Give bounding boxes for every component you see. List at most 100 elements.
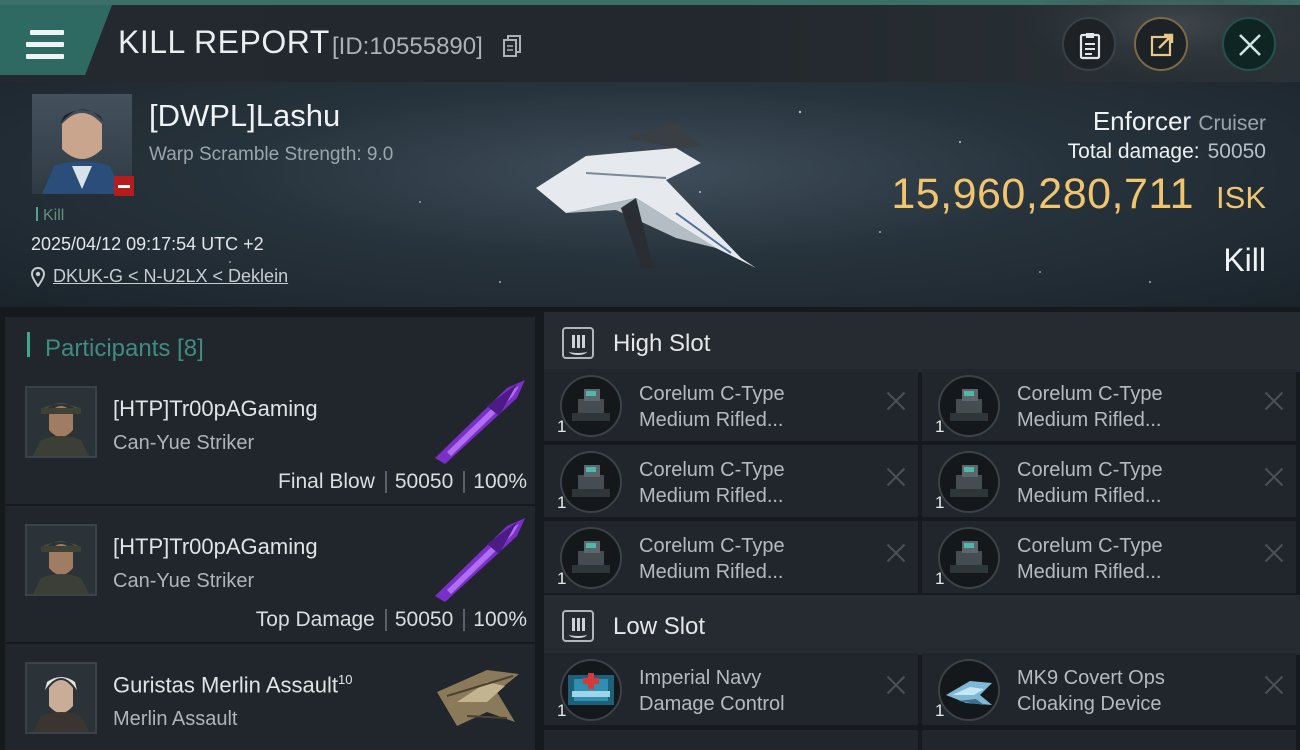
total-damage-label: Total damage: bbox=[1067, 140, 1200, 163]
clipboard-button[interactable] bbox=[1062, 17, 1116, 71]
module-name-line2: Medium Rifled... bbox=[1017, 485, 1162, 507]
participant-portrait[interactable] bbox=[25, 524, 97, 596]
participant-stats: Final Blow 50050 100% bbox=[278, 470, 527, 494]
location-link[interactable]: DKUK-G < N-U2LX < Deklein bbox=[53, 266, 288, 287]
module-name-line2: Medium Rifled... bbox=[1017, 409, 1162, 431]
participants-accent-bar bbox=[27, 332, 30, 357]
module-name-line2: Damage Control bbox=[639, 693, 785, 715]
high-slot-title: High Slot bbox=[613, 330, 711, 357]
participant-row[interactable]: [HTP]Tr00pAGaming Can-Yue Striker Final … bbox=[5, 368, 535, 504]
module-name: Corelum C-Type Medium Rifled... bbox=[1017, 533, 1237, 585]
participant-portrait[interactable] bbox=[25, 662, 97, 734]
stat-divider bbox=[463, 471, 466, 493]
participant-name[interactable]: [HTP]Tr00pAGaming bbox=[113, 396, 318, 422]
module-name: Corelum C-Type Medium Rifled... bbox=[1017, 381, 1237, 433]
participant-damage: 50050 bbox=[394, 470, 454, 493]
kill-tag: Kill bbox=[36, 207, 64, 225]
rifled-railgun-icon bbox=[938, 451, 1000, 513]
header-bar: KILL REPORT [ID:10555890] bbox=[0, 0, 1300, 82]
kill-timestamp: 2025/04/12 09:17:54 UTC +2 bbox=[31, 234, 264, 254]
participants-panel: Participants [8] [HTP]Tr00pAGaming Can-Y… bbox=[0, 307, 540, 750]
module-name-line1: Corelum C-Type bbox=[1017, 459, 1163, 481]
participant-ship: Can-Yue Striker bbox=[113, 570, 255, 592]
module-card[interactable]: 1 Corelum C-Type Medium Rifled... bbox=[922, 369, 1296, 441]
share-button[interactable] bbox=[1134, 17, 1188, 71]
menu-button[interactable] bbox=[0, 5, 112, 75]
module-card[interactable]: 1 Imperial Navy Damage Control bbox=[544, 653, 918, 725]
low-slot-header: Low Slot bbox=[544, 595, 1300, 655]
module-card[interactable]: 1 Corelum C-Type Medium Rifled... bbox=[922, 445, 1296, 517]
participant-row[interactable]: Guristas Merlin Assault10 Merlin Assault bbox=[5, 644, 535, 750]
destroyed-x-icon bbox=[886, 675, 906, 695]
module-quantity: 1 bbox=[557, 417, 567, 436]
damage-control-icon bbox=[560, 659, 622, 721]
participant-name[interactable]: [HTP]Tr00pAGaming bbox=[113, 534, 318, 560]
participant-row[interactable]: [HTP]Tr00pAGaming Can-Yue Striker Top Da… bbox=[5, 506, 535, 642]
destroyed-x-icon bbox=[1264, 391, 1284, 411]
isk-value: 15,960,280,711 bbox=[891, 170, 1195, 218]
participant-name[interactable]: Guristas Merlin Assault10 bbox=[113, 672, 352, 698]
stat-divider bbox=[463, 609, 466, 631]
low-slot-title: Low Slot bbox=[613, 613, 706, 640]
destroyed-x-icon bbox=[1264, 675, 1284, 695]
module-name-line2: Medium Rifled... bbox=[639, 409, 784, 431]
module-card[interactable]: 1 Corelum C-Type Medium Rifled... bbox=[544, 369, 918, 441]
participant-portrait[interactable] bbox=[25, 386, 97, 458]
enforcer-ship-icon bbox=[536, 123, 756, 268]
module-card-partial[interactable] bbox=[922, 730, 1296, 750]
rifled-railgun-icon bbox=[938, 375, 1000, 437]
ship-class: Cruiser bbox=[1198, 112, 1266, 135]
module-name-line2: Cloaking Device bbox=[1017, 693, 1162, 715]
participant-role: Top Damage bbox=[255, 608, 375, 631]
isk-unit: ISK bbox=[1216, 180, 1266, 215]
module-quantity: 1 bbox=[557, 493, 567, 512]
module-quantity: 1 bbox=[935, 701, 945, 720]
destroyed-x-icon bbox=[1264, 543, 1284, 563]
high-slot-header: High Slot bbox=[544, 312, 1300, 372]
rifled-railgun-icon bbox=[560, 527, 622, 589]
module-quantity: 1 bbox=[557, 569, 567, 588]
cloaking-device-icon bbox=[938, 659, 1000, 721]
rifled-railgun-icon bbox=[938, 527, 1000, 589]
module-name-line1: Imperial Navy bbox=[639, 667, 762, 689]
rifled-railgun-icon bbox=[560, 451, 622, 513]
hamburger-menu-icon bbox=[26, 30, 64, 60]
close-button[interactable] bbox=[1222, 17, 1276, 71]
total-damage-value: 50050 bbox=[1207, 140, 1266, 163]
participant-role: Final Blow bbox=[278, 470, 375, 493]
module-card[interactable]: 1 MK9 Covert Ops Cloaking Device bbox=[922, 653, 1296, 725]
module-name-line1: Corelum C-Type bbox=[1017, 383, 1163, 405]
warp-scramble-strength: Warp Scramble Strength: 9.0 bbox=[149, 144, 394, 165]
module-name-line1: Corelum C-Type bbox=[1017, 535, 1163, 557]
module-card-partial[interactable] bbox=[544, 730, 918, 750]
kill-location[interactable]: DKUK-G < N-U2LX < Deklein bbox=[31, 266, 288, 287]
module-name-line2: Medium Rifled... bbox=[639, 561, 784, 583]
module-name-line1: Corelum C-Type bbox=[639, 459, 785, 481]
report-id: [ID:10555890] bbox=[332, 33, 483, 60]
module-card[interactable]: 1 Corelum C-Type Medium Rifled... bbox=[922, 521, 1296, 593]
module-name: Corelum C-Type Medium Rifled... bbox=[639, 381, 859, 433]
module-quantity: 1 bbox=[935, 569, 945, 588]
participant-name-text: Guristas Merlin Assault bbox=[113, 672, 338, 698]
copy-icon[interactable] bbox=[503, 35, 521, 57]
module-card[interactable]: 1 Corelum C-Type Medium Rifled... bbox=[544, 445, 918, 517]
victim-summary: [DWPL]Lashu Warp Scramble Strength: 9.0 … bbox=[0, 82, 1300, 307]
victim-name[interactable]: [DWPL]Lashu bbox=[149, 98, 340, 134]
module-name-line1: Corelum C-Type bbox=[639, 383, 785, 405]
module-name: Corelum C-Type Medium Rifled... bbox=[639, 533, 859, 585]
stat-divider bbox=[384, 471, 387, 493]
clipboard-icon bbox=[1079, 33, 1101, 60]
high-slot-icon bbox=[562, 327, 594, 359]
module-name: Corelum C-Type Medium Rifled... bbox=[639, 457, 859, 509]
participant-percent: 100% bbox=[473, 470, 527, 493]
module-card[interactable]: 1 Corelum C-Type Medium Rifled... bbox=[544, 521, 918, 593]
participant-ship: Can-Yue Striker bbox=[113, 432, 255, 454]
purple-blade-icon bbox=[435, 380, 525, 464]
isk-loss: 15,960,280,711 ISK bbox=[891, 170, 1266, 219]
module-name-line2: Medium Rifled... bbox=[639, 485, 784, 507]
module-name: Corelum C-Type Medium Rifled... bbox=[1017, 457, 1237, 509]
participants-title: Participants [8] bbox=[45, 335, 204, 362]
participant-name-superscript: 10 bbox=[337, 672, 353, 687]
fitting-panel: High Slot 1 Corelum C-Type Medium Rifled.… bbox=[544, 307, 1300, 750]
purple-blade-icon bbox=[435, 518, 525, 602]
